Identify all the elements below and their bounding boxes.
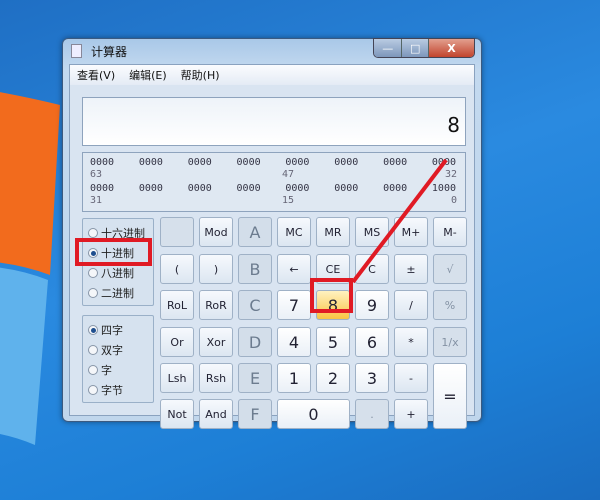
- annotation-arrow-line: [351, 158, 448, 284]
